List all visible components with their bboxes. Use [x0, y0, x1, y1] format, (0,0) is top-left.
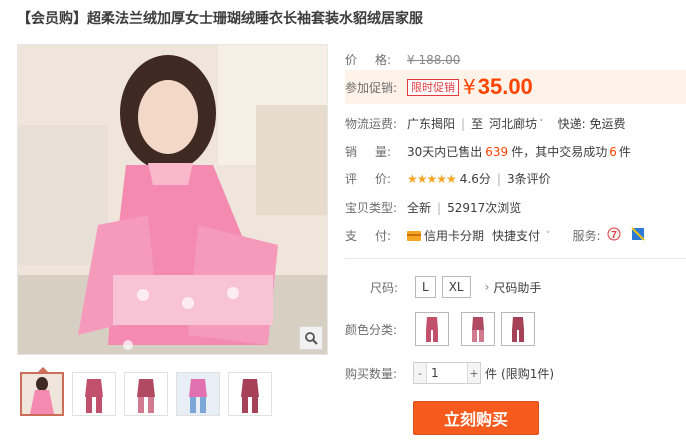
quantity-plus-button[interactable]: + — [468, 363, 480, 383]
chevron-down-icon[interactable]: ˅ — [539, 119, 544, 129]
promo-label: 参加促销: — [345, 80, 398, 95]
sales-prefix: 30天内已售出 — [407, 145, 483, 159]
thumbnail-3[interactable] — [124, 372, 168, 416]
thumbnail-5[interactable] — [228, 372, 272, 416]
quantity-input[interactable]: 1 — [426, 363, 468, 383]
promo-badge: 限时促销 — [407, 78, 459, 96]
success-count: 6 — [609, 144, 617, 159]
color-label: 颜色分类: — [345, 322, 398, 337]
pay-label-b: 付: — [374, 229, 391, 243]
sales-label-a: 销 — [345, 145, 358, 159]
main-product-image[interactable] — [17, 44, 328, 355]
zoom-button[interactable] — [299, 326, 323, 350]
active-thumb-arrow — [37, 367, 49, 373]
credit-installment-link[interactable]: 信用卡分期 — [424, 227, 484, 244]
chevron-right-icon: › — [484, 280, 490, 294]
rating-label-a: 评 — [345, 172, 358, 186]
star-rating-icon: ★★★★★ — [407, 171, 457, 186]
service-label: 服务: — [572, 229, 601, 243]
rating-row: 评 价: ★★★★★ 4.6分 | 3条评价 — [345, 170, 551, 187]
quantity-unit: 件 — [485, 366, 498, 381]
seven-day-return-icon[interactable]: 7 — [607, 227, 621, 244]
color-swatch-2[interactable] — [461, 312, 495, 346]
color-row: 颜色分类: — [345, 312, 541, 346]
thumbnail-strip — [20, 367, 272, 416]
credit-card-icon — [407, 230, 421, 241]
thumbnail-2[interactable] — [72, 372, 116, 416]
price-label-b: 格: — [374, 53, 391, 67]
size-row: 尺码: L XL › 尺码助手 — [370, 276, 541, 298]
courier-fee: 快递: 免运费 — [557, 117, 626, 131]
sales-mid: 件，其中交易成功 — [511, 145, 608, 159]
quick-pay-link[interactable]: 快捷支付 — [492, 227, 540, 244]
separator: | — [461, 116, 466, 131]
color-swatch-3[interactable] — [501, 312, 535, 346]
pay-label-a: 支 — [345, 229, 358, 243]
sales-suffix: 件 — [618, 145, 631, 159]
price-label-a: 价 — [345, 53, 358, 67]
size-guide-link[interactable]: 尺码助手 — [493, 279, 541, 296]
quantity-label: 购买数量: — [345, 366, 398, 381]
currency-symbol: ¥ — [463, 75, 476, 99]
color-swatch-1[interactable] — [415, 312, 449, 346]
sales-row: 销 量: 30天内已售出 639 件，其中交易成功 6 件 — [345, 143, 631, 160]
payment-row: 支 付: 信用卡分期 快捷支付 ˅ 服务: 7 — [345, 227, 645, 244]
type-label: 宝贝类型: — [345, 201, 398, 215]
guarantee-icon[interactable] — [630, 227, 645, 244]
shipping-label: 物流运费: — [345, 117, 398, 131]
rating-label-b: 价: — [374, 172, 391, 186]
sales-count: 639 — [485, 144, 509, 159]
separator: | — [496, 171, 501, 186]
size-option-l[interactable]: L — [415, 276, 436, 298]
purchase-limit: (限购1件) — [501, 366, 555, 381]
item-condition: 全新 — [407, 201, 432, 215]
chevron-down-icon[interactable]: ˅ — [546, 231, 551, 241]
reviews-link[interactable]: 3条评价 — [507, 170, 551, 187]
shipping-row: 物流运费: 广东揭阳 | 至 河北廊坊 ˅ 快递: 免运费 — [345, 115, 625, 132]
rating-score: 4.6分 — [459, 172, 491, 186]
magnifier-icon — [305, 332, 318, 345]
size-label: 尺码: — [370, 280, 399, 295]
sales-label-b: 量: — [374, 145, 391, 159]
quantity-row: 购买数量: - 1 + 件 (限购1件) — [345, 362, 554, 384]
ship-from: 广东揭阳 — [407, 117, 456, 131]
ship-to-prefix: 至 — [471, 117, 484, 131]
thumbnail-1[interactable] — [20, 367, 64, 416]
view-count: 52917次浏览 — [447, 201, 522, 215]
buy-now-button[interactable]: 立刻购买 — [413, 401, 539, 435]
original-price: ¥ 188.00 — [407, 52, 461, 67]
section-divider — [345, 258, 686, 259]
ship-to-select[interactable]: 河北廊坊 — [489, 115, 537, 132]
type-row: 宝贝类型: 全新 | 52917次浏览 — [345, 199, 521, 216]
quantity-minus-button[interactable]: - — [414, 363, 426, 383]
svg-text:7: 7 — [611, 230, 617, 241]
product-title: 【会员购】超柔法兰绒加厚女士珊瑚绒睡衣长袖套装水貂绒居家服 — [17, 11, 423, 27]
price-row: 价 格: ¥ 188.00 — [345, 51, 460, 68]
promo-row: 参加促销: 限时促销 ¥ 35.00 — [345, 74, 533, 100]
quantity-stepper: - 1 + — [413, 362, 481, 384]
separator: | — [437, 200, 442, 215]
promo-price: 35.00 — [477, 74, 533, 99]
thumbnail-4[interactable] — [176, 372, 220, 416]
size-option-xl[interactable]: XL — [441, 276, 471, 298]
model-photo — [18, 45, 327, 354]
